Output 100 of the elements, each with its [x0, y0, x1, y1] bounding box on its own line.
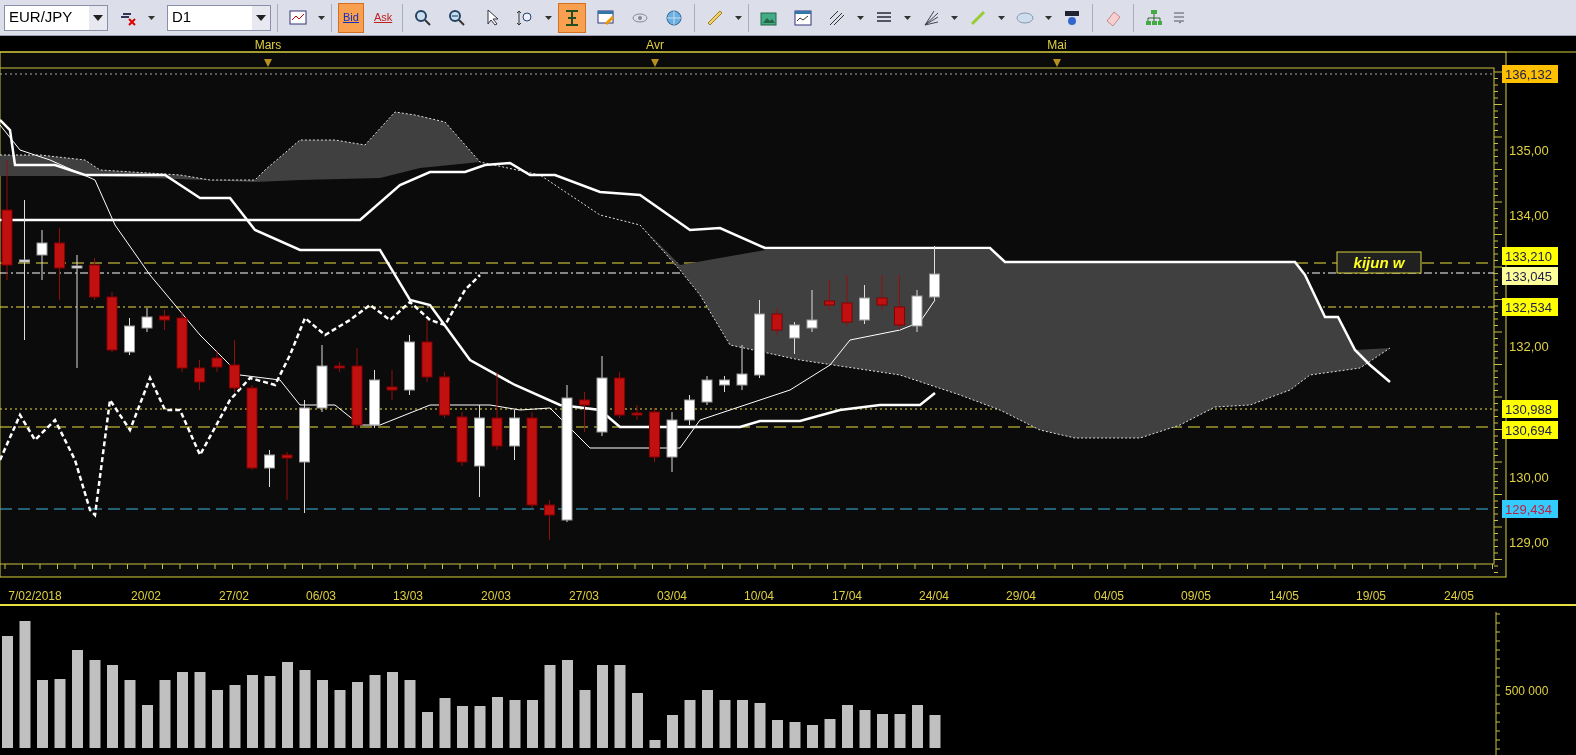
quote-button[interactable]: Ask: [369, 2, 397, 33]
candlestick: [509, 409, 520, 461]
candlestick: [36, 229, 48, 281]
dropdown-caret-icon[interactable]: [545, 15, 553, 20]
volume-bar: [352, 682, 363, 748]
dropdown-caret-icon[interactable]: [1045, 15, 1053, 20]
dropdown-caret-icon[interactable]: [148, 15, 155, 20]
volume-bar: [789, 722, 801, 748]
volume-bar: [719, 700, 731, 748]
price-tick-label: 129,00: [1509, 535, 1549, 550]
volume-bar: [772, 720, 783, 748]
volume-bar: [824, 719, 836, 748]
candlestick: [544, 499, 555, 541]
timeframe-dropdown[interactable]: D1: [167, 4, 271, 31]
volume-bar: [37, 680, 48, 748]
symbol-dropdown[interactable]: EUR/JPY: [4, 4, 108, 31]
date-label: 24/05: [1444, 589, 1474, 603]
dropdown-caret-icon[interactable]: [998, 15, 1006, 20]
candlestick: [911, 289, 923, 333]
candlestick: [264, 449, 275, 488]
kijun-annotation: kijun w: [1336, 251, 1422, 274]
volume-bar: [159, 680, 171, 748]
dropdown-caret-icon[interactable]: [951, 15, 959, 20]
candlestick: [701, 375, 713, 406]
candlestick: [281, 451, 293, 501]
price-marker-label: 132,534: [1502, 298, 1558, 316]
date-label: 20/02: [131, 589, 161, 603]
price-marker-label: 129,434: [1502, 500, 1558, 518]
volume-bar: [509, 700, 521, 748]
price-marker-label: 130,694: [1502, 421, 1558, 439]
candlestick: [614, 371, 625, 419]
dropdown-caret-icon[interactable]: [857, 15, 865, 20]
volume-bar: [667, 715, 678, 748]
candlestick: [841, 274, 853, 327]
candlestick: [211, 349, 223, 373]
candlestick: [666, 411, 678, 473]
candlestick: [369, 369, 380, 429]
candlestick: [719, 375, 730, 393]
candlestick: [806, 289, 818, 333]
volume-bar: [912, 705, 923, 748]
price-tick-label: 134,00: [1509, 208, 1549, 223]
month-label: Mars: [254, 38, 282, 52]
volume-bar: [264, 676, 276, 748]
volume-bar: [142, 705, 153, 748]
candlestick: [316, 344, 328, 413]
candlestick: [194, 359, 205, 391]
volume-bar: [212, 690, 223, 748]
candlestick: [579, 391, 590, 433]
candlestick: [89, 257, 100, 301]
dropdown-caret-icon[interactable]: [318, 15, 325, 20]
price-marker-label: 130,988: [1502, 400, 1558, 418]
price-marker-label: 133,210: [1502, 247, 1558, 265]
volume-bar: [124, 680, 136, 748]
candlestick: [684, 394, 695, 426]
date-label: 03/04: [657, 589, 687, 603]
date-label: 27/02: [219, 589, 249, 603]
candlestick: [141, 307, 153, 333]
date-label: 7/02/2018: [8, 589, 62, 603]
dropdown-caret-icon[interactable]: [904, 15, 912, 20]
quote-button[interactable]: Bid: [338, 2, 364, 33]
date-label: 17/04: [832, 589, 862, 603]
volume-bar: [579, 690, 591, 748]
dropdown-caret-icon[interactable]: [735, 15, 743, 20]
volume-bar: [684, 700, 696, 748]
volume-bar: [422, 712, 433, 748]
candlestick: [439, 371, 450, 419]
date-label: 04/05: [1094, 589, 1124, 603]
candlestick: [176, 311, 188, 373]
volume-bar: [54, 679, 66, 748]
price-tick-label: 132,00: [1509, 338, 1549, 354]
price-tick-label: 135,00: [1509, 142, 1549, 158]
candlestick: [631, 404, 643, 421]
candlestick: [421, 319, 433, 383]
candlestick: [876, 274, 888, 311]
price-tick-label: 130,00: [1509, 469, 1549, 485]
candlestick: [736, 344, 748, 391]
candlestick: [929, 245, 940, 301]
volume-bar: [457, 706, 468, 748]
volume-bar: [439, 698, 451, 748]
volume-bar: [474, 706, 486, 748]
candlestick: [859, 284, 870, 325]
volume-bar: [317, 680, 328, 748]
date-label: 29/04: [1006, 589, 1036, 603]
date-label: 20/03: [481, 589, 511, 603]
price-marker-label: 136,132: [1502, 65, 1558, 83]
date-label: 19/05: [1356, 589, 1386, 603]
date-label: 10/04: [744, 589, 774, 603]
date-label: 06/03: [306, 589, 336, 603]
candlestick: [106, 291, 118, 353]
date-label: 14/05: [1269, 589, 1299, 603]
volume-bar: [334, 690, 346, 748]
volume-bar: [894, 714, 906, 748]
price-marker-label: 133,045: [1502, 267, 1558, 285]
volume-bar: [492, 697, 503, 748]
candlestick: [229, 339, 240, 393]
volume-bar: [527, 700, 538, 748]
date-label: 27/03: [569, 589, 599, 603]
volume-bar: [649, 740, 661, 748]
volume-bar: [632, 693, 643, 748]
month-label: Mai: [1047, 38, 1067, 52]
